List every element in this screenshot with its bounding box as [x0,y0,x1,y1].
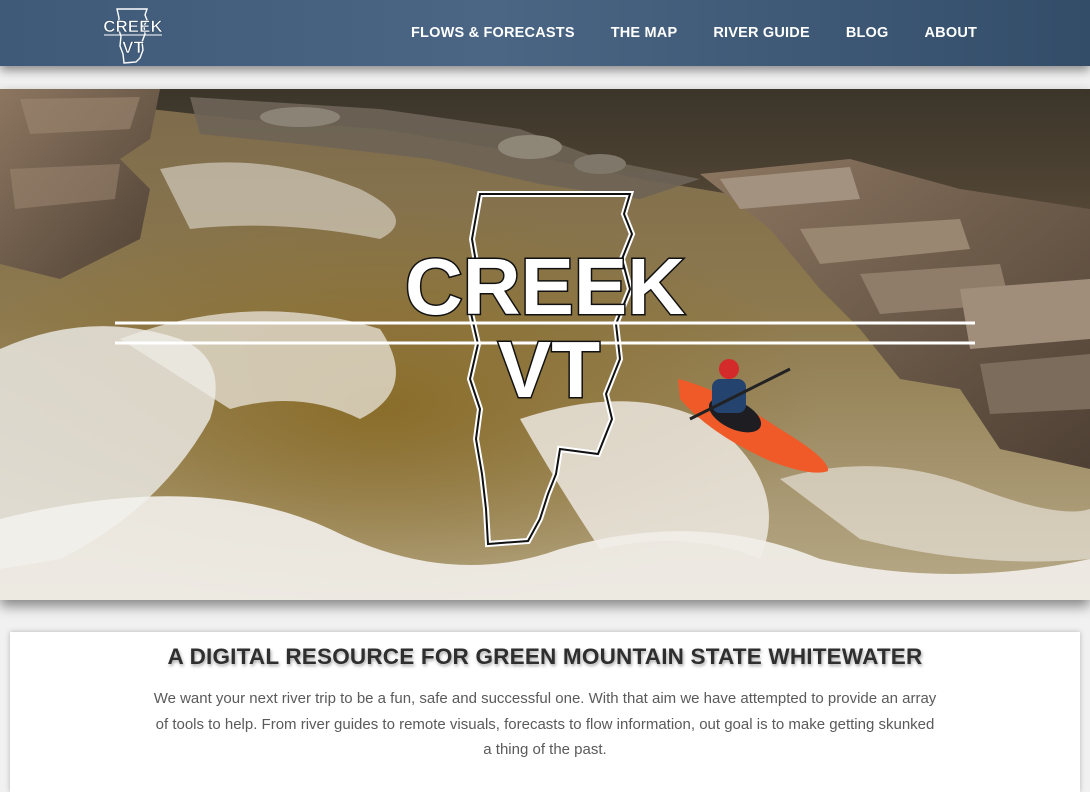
intro-card: A DIGITAL RESOURCE FOR GREEN MOUNTAIN ST… [10,632,1080,792]
nav-river-guide[interactable]: RIVER GUIDE [713,25,809,41]
hero-photo-kayaker: CREEK VT [0,89,1090,600]
intro-paragraph: We want your next river trip to be a fun… [153,690,937,758]
hero-logo-line2: VT [498,325,600,414]
nav-the-map[interactable]: THE MAP [611,25,678,41]
logo-line2-text: VT [122,38,144,57]
hero-logo-line1: CREEK [405,242,685,331]
nav-blog[interactable]: BLOG [846,25,889,41]
hero-banner: CREEK VT [0,89,1090,600]
nav-about[interactable]: ABOUT [925,25,978,41]
logo-line1-text: CREEK [103,17,163,36]
main-nav: FLOWS & FORECASTS THE MAP RIVER GUIDE BL… [411,0,977,66]
nav-flows-forecasts[interactable]: FLOWS & FORECASTS [411,25,575,41]
top-navbar: CREEK VT FLOWS & FORECASTS THE MAP RIVER… [0,0,1090,66]
creek-vt-logo[interactable]: CREEK VT [100,6,166,64]
intro-heading: A DIGITAL RESOURCE FOR GREEN MOUNTAIN ST… [167,644,923,669]
